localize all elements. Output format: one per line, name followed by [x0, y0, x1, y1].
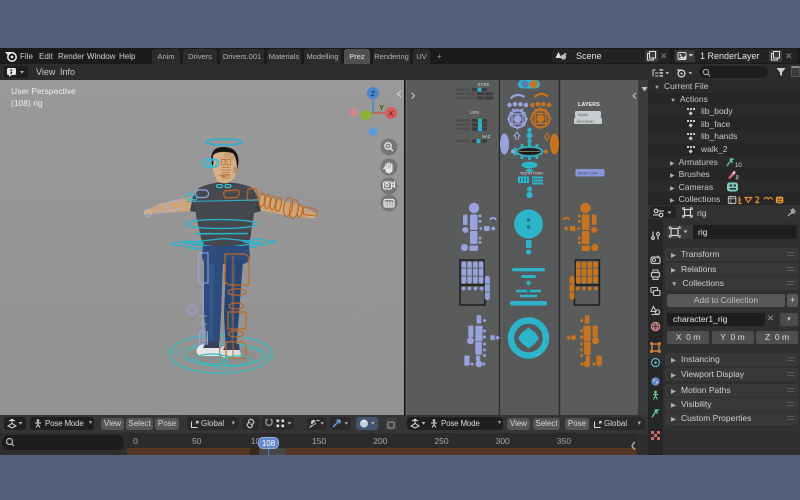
- svg-text:(108) rig: (108) rig: [11, 98, 43, 108]
- svg-text:MAIN: MAIN: [578, 112, 588, 117]
- svg-text:LIPS: LIPS: [470, 110, 479, 115]
- svg-text:TEETH TUNG: TEETH TUNG: [520, 172, 543, 176]
- svg-text:Z: Z: [371, 91, 376, 98]
- svg-text:Y: Y: [379, 103, 384, 112]
- svg-text:X: X: [389, 111, 394, 118]
- svg-text:User Perspective: User Perspective: [11, 86, 76, 96]
- svg-text:NAZ: NAZ: [482, 134, 491, 139]
- svg-text:10: 10: [735, 163, 742, 168]
- svg-text:EYES: EYES: [478, 82, 489, 87]
- svg-text:8: 8: [736, 176, 740, 181]
- svg-text:SECOND: SECOND: [577, 119, 594, 124]
- svg-text:LAYERS: LAYERS: [578, 102, 600, 108]
- svg-text:BODY LAY: BODY LAY: [578, 171, 598, 176]
